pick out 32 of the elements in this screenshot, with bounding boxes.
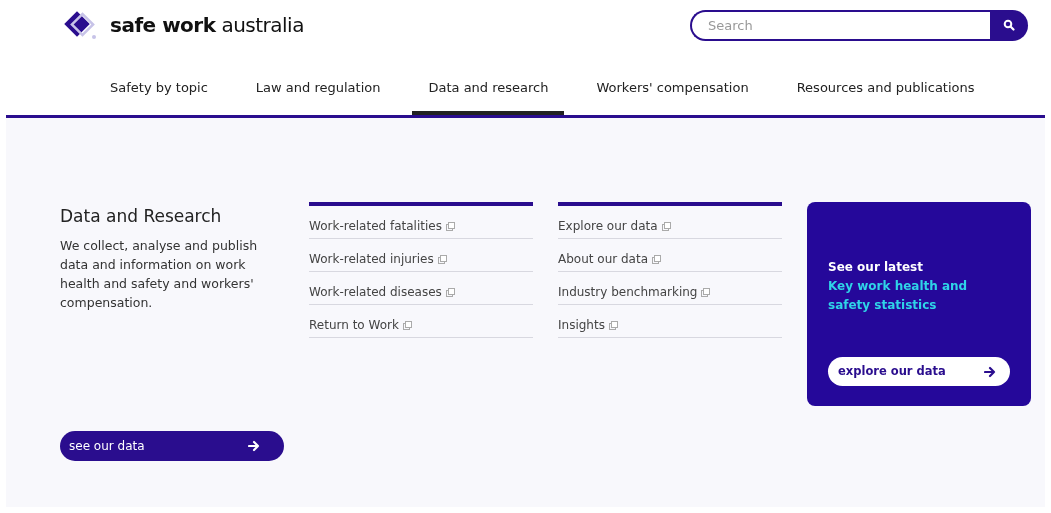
- external-link-icon: [445, 221, 455, 231]
- data-link[interactable]: Return to Work: [309, 316, 399, 334]
- external-link-icon: [437, 254, 447, 264]
- promo-highlight[interactable]: Key work health and safety statistics: [828, 277, 1010, 315]
- external-link-icon: [661, 221, 671, 231]
- data-link[interactable]: Work-related fatalities: [309, 217, 442, 235]
- arrow-right-icon: [248, 440, 260, 452]
- nav-tab[interactable]: Safety by topic: [94, 65, 224, 115]
- nav-tab[interactable]: Workers' compensation: [580, 65, 765, 115]
- explore-data-button[interactable]: explore our data: [828, 357, 1010, 386]
- data-link[interactable]: Insights: [558, 316, 605, 334]
- logo-text[interactable]: safe work australia: [110, 10, 304, 40]
- data-link[interactable]: About our data: [558, 250, 649, 268]
- section-title: Data and Research: [60, 205, 223, 228]
- data-link[interactable]: Work-related diseases: [309, 283, 442, 301]
- external-link-icon: [608, 320, 618, 330]
- section-description: We collect, analyse and publish data and information on work health and safety and workers' compensation.: [60, 236, 259, 312]
- data-link[interactable]: Industry benchmarking: [558, 283, 698, 301]
- arrow-right-icon: [984, 365, 996, 378]
- external-link-icon: [402, 320, 412, 330]
- see-data-button[interactable]: see our data: [60, 431, 284, 461]
- external-link-icon: [445, 287, 455, 297]
- nav-tab[interactable]: Resources and publications: [780, 65, 991, 115]
- data-link[interactable]: Explore our data: [558, 217, 658, 235]
- nav-tab[interactable]: Law and regulation: [239, 65, 397, 115]
- search-button[interactable]: [990, 9, 1028, 41]
- data-link[interactable]: Work-related injuries: [309, 250, 434, 268]
- search-field[interactable]: Search: [690, 9, 990, 41]
- external-link-icon: [652, 254, 662, 264]
- promo-lead: See our latest: [828, 259, 924, 276]
- external-link-icon: [701, 287, 711, 297]
- search-icon: [1003, 19, 1015, 31]
